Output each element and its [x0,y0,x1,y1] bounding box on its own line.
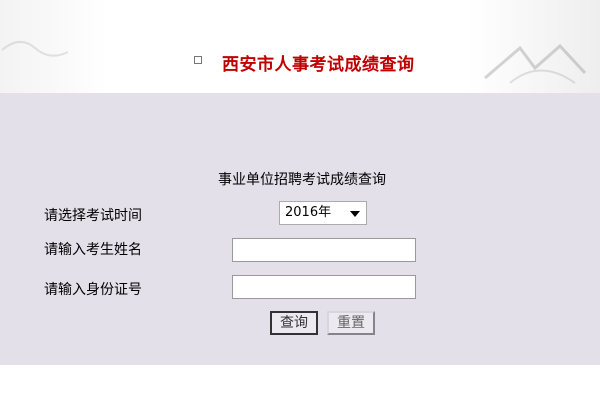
exam-time-label: 请选择考试时间 [44,208,142,224]
candidate-name-label: 请输入考生姓名 [44,242,142,258]
query-form: 事业单位招聘考试成绩查询 请选择考试时间 2016年 请输入考生姓名 请输入身份… [0,93,600,365]
ink-decoration-right [484,43,587,84]
page-title: 西安市人事考试成绩查询 [222,55,415,75]
id-number-label: 请输入身份证号 [44,282,142,298]
query-button[interactable]: 查询 [270,311,318,335]
exam-year-value: 2016年 [285,205,332,220]
id-number-input[interactable] [232,275,416,299]
candidate-name-input[interactable] [232,238,416,262]
checkbox-icon [194,56,202,64]
page-header: 西安市人事考试成绩查询 [0,0,600,93]
exam-year-select[interactable]: 2016年 [279,201,367,225]
ink-decoration-left [1,41,69,57]
reset-button[interactable]: 重置 [327,311,375,335]
form-title: 事业单位招聘考试成绩查询 [218,172,386,188]
chevron-down-icon [350,211,360,217]
